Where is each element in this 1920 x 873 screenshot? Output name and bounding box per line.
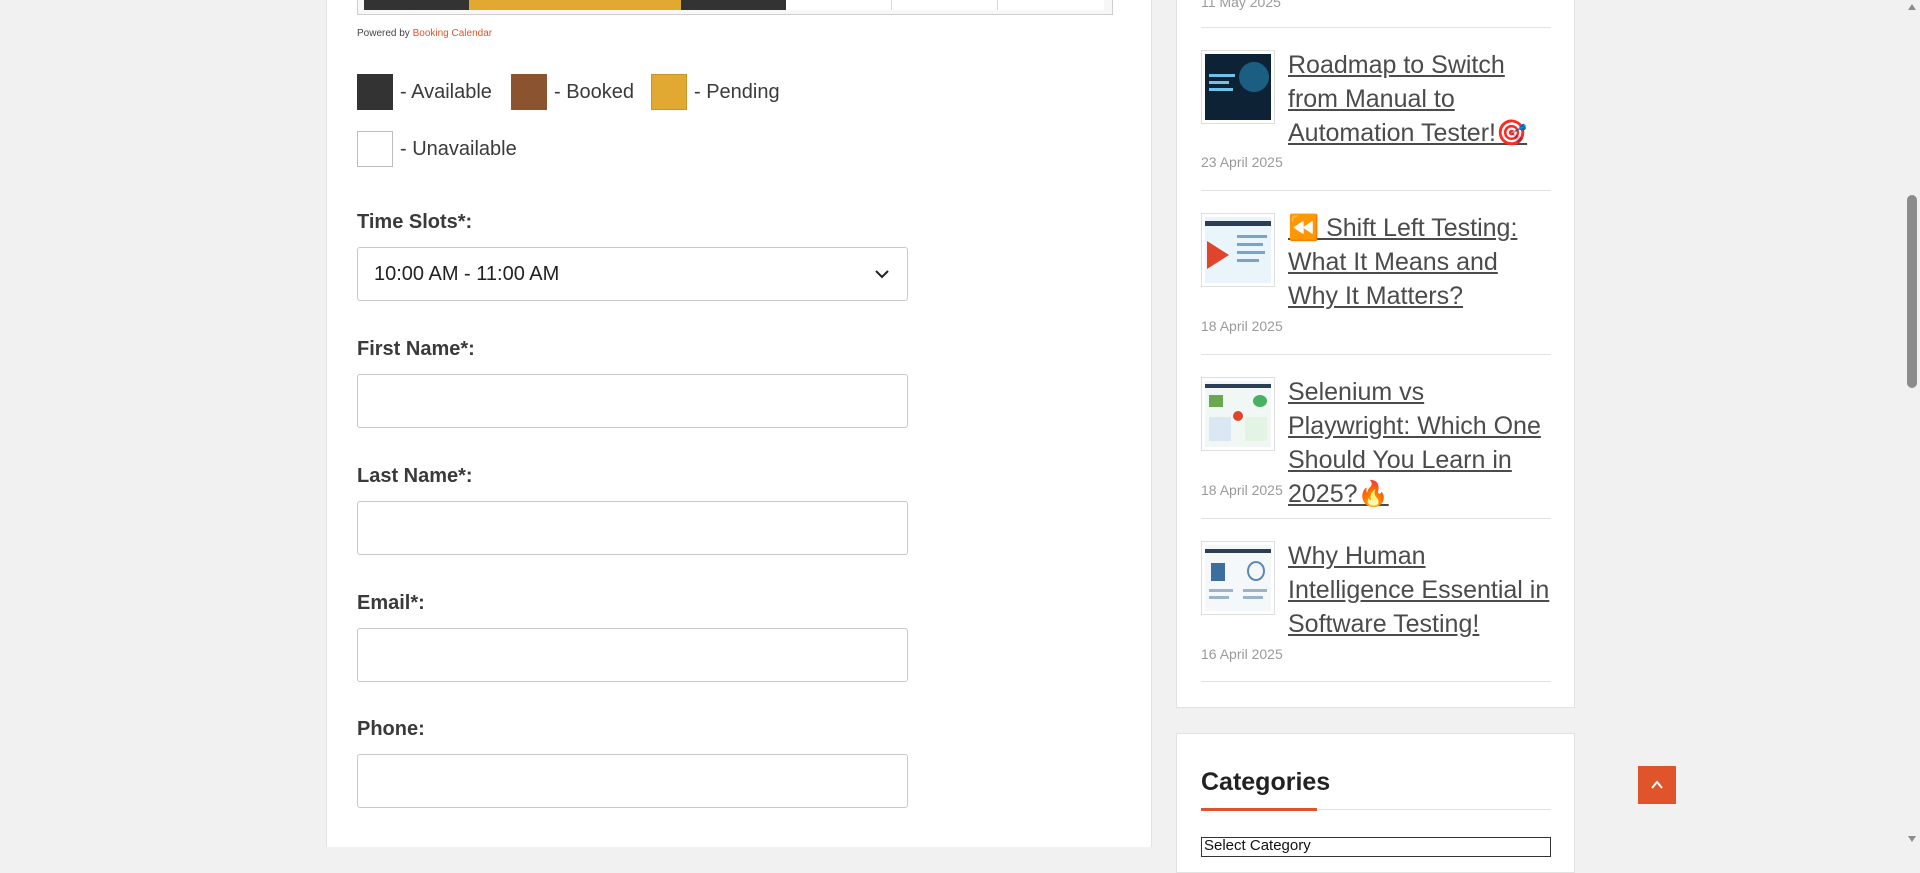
email-label: Email*: [357, 592, 425, 614]
legend-label: - Available [400, 80, 492, 103]
last-name-label: Last Name*: [357, 465, 473, 487]
calendar-day-unavailable [892, 0, 998, 10]
legend-label: - Pending [694, 80, 780, 103]
legend-unavailable: - Unavailable [357, 131, 517, 167]
first-name-input[interactable] [357, 374, 908, 428]
scrollbar-thumb[interactable] [1907, 195, 1917, 388]
categories-accent-bar [1201, 808, 1317, 811]
legend-swatch-available [357, 74, 393, 110]
page-scrollbar[interactable] [1904, 0, 1920, 847]
post-title-link[interactable]: Selenium vs Playwright: Which One Should… [1288, 375, 1553, 511]
automation-roadmap-thumbnail [1205, 54, 1271, 120]
chevron-down-icon [875, 270, 889, 279]
scroll-up-arrow-icon[interactable] [1907, 2, 1917, 12]
time-slots-label: Time Slots*: [357, 211, 473, 233]
post-divider [1201, 681, 1551, 682]
back-to-top-button[interactable] [1638, 766, 1676, 804]
time-slots-select[interactable]: 10:00 AM - 11:00 AM [357, 247, 908, 301]
legend-label: - Unavailable [400, 137, 517, 160]
legend-swatch-unavailable [357, 131, 393, 167]
chevron-up-icon [1651, 780, 1663, 789]
post-thumbnail[interactable] [1201, 213, 1275, 287]
post-date: 18 April 2025 [1201, 482, 1283, 498]
scroll-down-arrow-icon[interactable] [1907, 834, 1917, 844]
legend-pending: - Pending [651, 74, 780, 110]
selenium-vs-playwright-thumbnail [1205, 381, 1271, 447]
calendar-day-available[interactable] [681, 0, 786, 10]
post-divider [1201, 518, 1551, 519]
email-input[interactable] [357, 628, 908, 682]
calendar-day-pending[interactable] [469, 0, 575, 10]
legend-label: - Booked [554, 80, 635, 103]
post-thumbnail[interactable] [1201, 541, 1275, 615]
first-name-label: First Name*: [357, 338, 475, 360]
legend-available: - Available [357, 74, 492, 110]
booking-calendar[interactable] [357, 0, 1113, 15]
post-date: 16 April 2025 [1201, 646, 1283, 662]
post-divider [1201, 27, 1551, 28]
last-name-input[interactable] [357, 501, 908, 555]
calendar-day-unavailable [786, 0, 892, 10]
post-title-link[interactable]: ⏪ Shift Left Testing: What It Means and … [1288, 211, 1553, 313]
categories-select[interactable]: Select Category [1201, 837, 1551, 857]
post-title-link[interactable]: Why Human Intelligence Essential in Soft… [1288, 539, 1553, 641]
post-divider [1201, 354, 1551, 355]
powered-by-prefix: Powered by [357, 28, 410, 39]
human-intelligence-thumbnail [1205, 545, 1271, 611]
post-title-link[interactable]: Roadmap to Switch from Manual to Automat… [1288, 48, 1553, 150]
post-divider [1201, 190, 1551, 191]
post-thumbnail[interactable] [1201, 50, 1275, 124]
legend-swatch-booked [511, 74, 547, 110]
shift-left-testing-thumbnail [1205, 217, 1271, 283]
phone-label: Phone: [357, 718, 425, 740]
calendar-day-pending[interactable] [575, 0, 681, 10]
legend-swatch-pending [651, 74, 687, 110]
powered-by-text: Powered by Booking Calendar [357, 28, 492, 39]
calendar-day-available[interactable] [364, 0, 469, 10]
post-date: 23 April 2025 [1201, 154, 1283, 170]
booking-calendar-link[interactable]: Booking Calendar [413, 28, 493, 39]
phone-input[interactable] [357, 754, 908, 808]
calendar-day-unavailable [998, 0, 1104, 10]
post-thumbnail[interactable] [1201, 377, 1275, 451]
time-slots-value: 10:00 AM - 11:00 AM [374, 262, 560, 285]
post-date: 18 April 2025 [1201, 318, 1283, 334]
legend-booked: - Booked [511, 74, 634, 110]
post-date: 11 May 2025 [1201, 0, 1281, 10]
categories-title: Categories [1201, 768, 1331, 796]
